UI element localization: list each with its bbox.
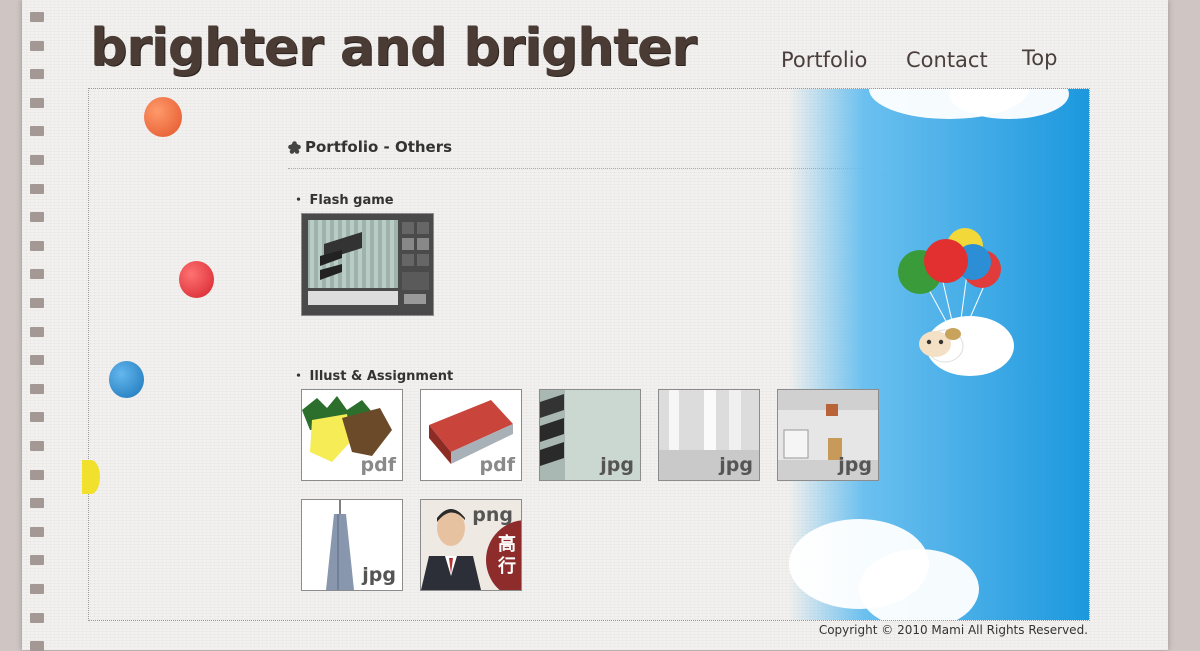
portfolio-thumb[interactable]: jpg [658,389,760,481]
binder-hole [30,298,44,308]
binder-hole [30,355,44,366]
nav-top[interactable]: Top [1022,46,1057,70]
portfolio-thumb[interactable]: png 高 行 [420,499,522,591]
file-format-label: jpg [719,454,753,476]
file-format-label: pdf [479,454,515,476]
binder-holes [30,0,44,651]
binder-hole [30,155,44,165]
binder-hole [30,12,44,22]
binder-hole [30,97,44,108]
nav-contact[interactable]: Contact [906,48,988,72]
flower-bullet-icon [288,141,301,154]
portfolio-thumb[interactable]: pdf [420,389,522,481]
balloon-yellow [82,460,100,494]
binder-hole [30,212,44,223]
binder-hole [30,412,44,423]
balloon-red [179,261,214,298]
file-format-label: png [472,504,513,526]
binder-hole [30,183,44,194]
section-illust-assignment: ・ Illust & Assignment [292,369,454,384]
portfolio-thumb[interactable]: jpg [301,499,403,591]
file-format-label: jpg [600,454,634,476]
balloon-orange [144,97,182,137]
balloon-blue [109,361,144,398]
nav-portfolio[interactable]: Portfolio [781,48,867,72]
binder-hole [30,469,44,480]
portfolio-thumb[interactable]: jpg [777,389,879,481]
sheep-balloon-illustration [898,228,1014,376]
binder-hole [30,498,44,509]
file-format-label: jpg [362,564,396,586]
portfolio-thumb[interactable]: pdf [301,389,403,481]
flash-game-preview [308,220,429,305]
flash-game-thumbnail[interactable] [301,213,434,316]
binder-hole [30,526,44,537]
title-divider [288,168,888,169]
main-nav: Portfolio Contact Top [0,46,1200,78]
binder-hole [30,326,44,337]
file-format-label: jpg [838,454,872,476]
binder-hole [30,269,44,280]
cloud-bottom2 [859,549,979,620]
binder-hole [30,584,44,594]
binder-hole [30,383,44,394]
page-title: Portfolio - Others [305,138,453,156]
section-flash-game: ・ Flash game [292,193,394,208]
binder-hole [30,555,44,566]
portrait-overlay-text: 高 行 [498,534,516,577]
binder-hole [30,126,44,137]
binder-hole [30,441,44,451]
binder-hole [30,240,44,251]
portfolio-thumb[interactable]: jpg [539,389,641,481]
file-format-label: pdf [360,454,396,476]
copyright-text: Copyright © 2010 Mami All Rights Reserve… [818,623,1088,637]
binder-hole [30,612,44,623]
